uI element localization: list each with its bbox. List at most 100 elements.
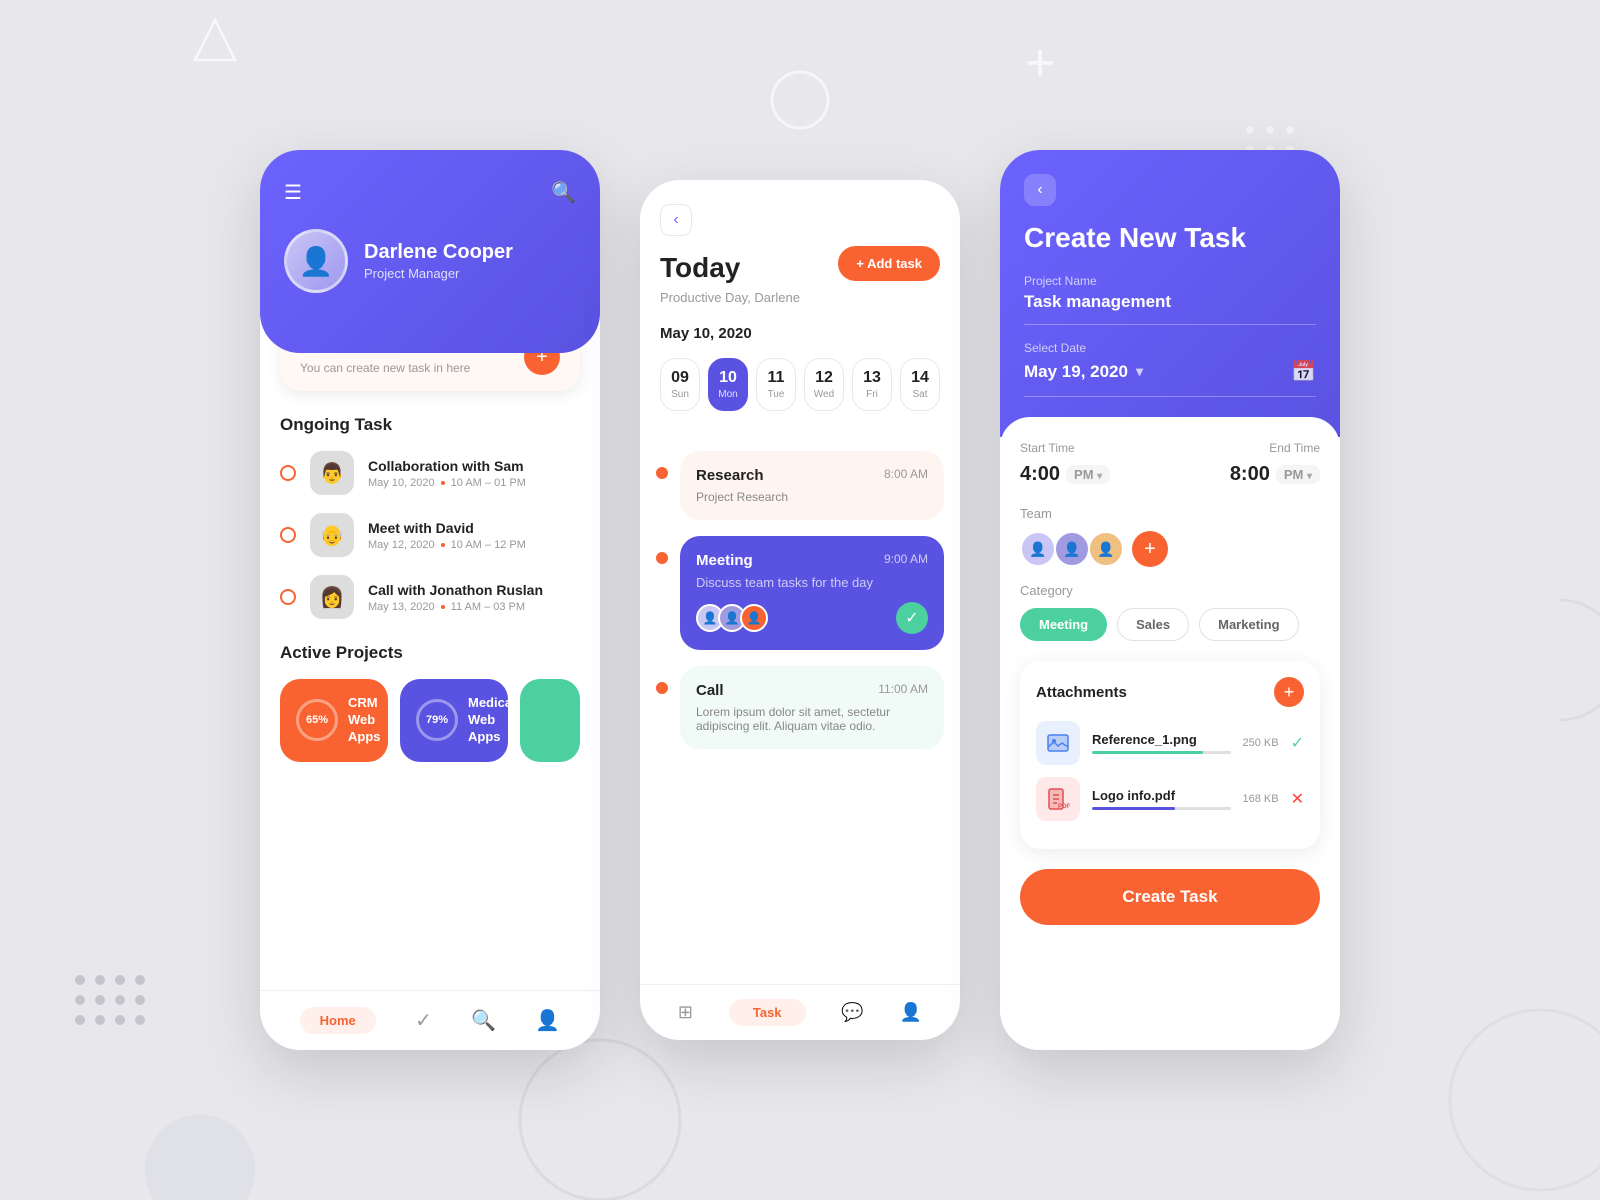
date-chip-fri[interactable]: 13 Fri xyxy=(852,358,892,411)
svg-text:+: + xyxy=(1025,34,1055,92)
file-icon-image xyxy=(1036,721,1080,765)
end-ampm[interactable]: PM ▾ xyxy=(1276,465,1320,484)
category-sales[interactable]: Sales xyxy=(1117,608,1189,641)
category-row: Meeting Sales Marketing xyxy=(1020,608,1320,641)
project-card-crm[interactable]: 65% CRM Web Apps xyxy=(280,679,388,762)
select-date-label: Select Date xyxy=(1024,341,1316,355)
category-marketing[interactable]: Marketing xyxy=(1199,608,1298,641)
calendar-icon[interactable]: 📅 xyxy=(1291,359,1316,384)
attachment-item: Reference_1.png 250 KB ✓ xyxy=(1036,721,1304,765)
timeline-dot xyxy=(656,682,668,694)
file-name: Reference_1.png xyxy=(1092,732,1231,747)
task-name: Meet with David xyxy=(368,520,580,536)
task-card-research[interactable]: Research 8:00 AM Project Research xyxy=(680,451,944,520)
start-time-label: Start Time xyxy=(1020,441,1170,455)
time-row: Start Time 4:00 PM ▾ End Time 8:00 xyxy=(1020,441,1320,486)
nav-profile[interactable]: 👤 xyxy=(900,1002,922,1023)
team-avatar: 👤 xyxy=(1054,531,1090,567)
task-avatar: 👴 xyxy=(310,513,354,557)
project-card-other[interactable] xyxy=(520,679,580,762)
team-avatar: 👤 xyxy=(1088,531,1124,567)
date-chip-wed[interactable]: 12 Wed xyxy=(804,358,844,411)
search-icon[interactable]: 🔍 xyxy=(551,180,576,205)
nav-home[interactable]: Home xyxy=(300,1007,376,1034)
task-card-meeting[interactable]: Meeting 9:00 AM Discuss team tasks for t… xyxy=(680,536,944,650)
create-task-button[interactable]: Create Task xyxy=(1020,869,1320,925)
task-dot xyxy=(441,481,445,485)
date-chip-sat[interactable]: 14 Sat xyxy=(900,358,940,411)
progress-circle: 65% xyxy=(296,699,338,741)
project-name: Medical Web Apps xyxy=(468,695,508,746)
nav-check[interactable]: ✓ xyxy=(415,1008,432,1033)
attachment-item: PDF Logo info.pdf 168 KB ✕ xyxy=(1036,777,1304,821)
project-name: CRM Web Apps xyxy=(348,695,381,746)
date-chip-tue[interactable]: 11 Tue xyxy=(756,358,796,411)
category-meeting[interactable]: Meeting xyxy=(1020,608,1107,641)
start-time-value: 4:00 PM ▾ xyxy=(1020,463,1170,486)
phone3-body: Start Time 4:00 PM ▾ End Time 8:00 xyxy=(1000,417,1340,1050)
task-meta: May 12, 2020 10 AM – 12 PM xyxy=(368,539,580,551)
svg-text:PDF: PDF xyxy=(1058,804,1070,810)
active-projects-title: Active Projects xyxy=(280,643,580,663)
avatar-group: 👤 👤 👤 xyxy=(696,604,768,632)
project-card-medical[interactable]: 79% Medical Web Apps xyxy=(400,679,508,762)
back-button[interactable]: ‹ xyxy=(1024,174,1056,206)
nav-apps[interactable]: ⊞ xyxy=(678,1002,693,1023)
task-card-call[interactable]: Call 11:00 AM Lorem ipsum dolor sit amet… xyxy=(680,666,944,749)
chevron-down-icon: ▾ xyxy=(1307,471,1312,482)
start-ampm[interactable]: PM ▾ xyxy=(1066,465,1110,484)
add-team-button[interactable]: + xyxy=(1132,531,1168,567)
file-icon-pdf: PDF xyxy=(1036,777,1080,821)
date-strip: 09 Sun 10 Mon 11 Tue 12 Wed 13 Fri xyxy=(660,358,940,411)
add-task-button[interactable]: + Add task xyxy=(838,246,940,281)
user-role: Project Manager xyxy=(364,266,513,281)
task-radio xyxy=(280,527,296,543)
avatar: 👤 xyxy=(740,604,768,632)
hamburger-icon[interactable]: ☰ xyxy=(284,180,302,205)
task-radio xyxy=(280,465,296,481)
date-select[interactable]: May 19, 2020 ▾ xyxy=(1024,362,1143,382)
today-subtitle: Productive Day, Darlene xyxy=(660,290,940,305)
add-attachment-button[interactable]: + xyxy=(1274,677,1304,707)
task-item: 👩 Call with Jonathon Ruslan May 13, 2020… xyxy=(280,575,580,619)
file-progress-bar xyxy=(1092,751,1231,754)
project-name-label: Project Name xyxy=(1024,274,1316,288)
nav-chat[interactable]: 💬 xyxy=(841,1002,863,1023)
project-name-value: Task management xyxy=(1024,292,1316,325)
home-nav-label[interactable]: Home xyxy=(300,1007,376,1034)
task-card-sub: Lorem ipsum dolor sit amet, sectetur adi… xyxy=(696,705,928,733)
date-chip-mon[interactable]: 10 Mon xyxy=(708,358,748,411)
avatar: 👤 xyxy=(284,229,348,293)
ongoing-tasks-title: Ongoing Task xyxy=(280,415,580,435)
file-info: Logo info.pdf xyxy=(1092,788,1231,810)
date-value: May 19, 2020 xyxy=(1024,362,1128,382)
nav-task[interactable]: Task xyxy=(729,999,806,1026)
task-meta: May 10, 2020 10 AM – 01 PM xyxy=(368,477,580,489)
chevron-down-icon: ▾ xyxy=(1097,471,1102,482)
task-card-name: Call xyxy=(696,682,724,699)
create-task-subtitle: You can create new task in here xyxy=(300,361,470,375)
attachments-section: Attachments + Re xyxy=(1020,661,1320,849)
bottom-nav: ⊞ Task 💬 👤 xyxy=(640,984,960,1040)
nav-profile[interactable]: 👤 xyxy=(535,1008,560,1033)
phone-1: ☰ 🔍 👤 Darlene Cooper Project Manager Cre… xyxy=(260,150,600,1050)
user-name: Darlene Cooper xyxy=(364,241,513,264)
phone1-body: Create New Task You can create new task … xyxy=(260,323,600,782)
task-meta: May 13, 2020 11 AM – 03 PM xyxy=(368,601,580,613)
timeline-item-call: Call 11:00 AM Lorem ipsum dolor sit amet… xyxy=(656,666,944,749)
file-name: Logo info.pdf xyxy=(1092,788,1231,803)
category-label: Category xyxy=(1020,583,1320,598)
date-chip-sun[interactable]: 09 Sun xyxy=(660,358,700,411)
current-date: May 10, 2020 xyxy=(660,325,940,342)
back-button[interactable]: ‹ xyxy=(660,204,692,236)
timeline-item-meeting: Meeting 9:00 AM Discuss team tasks for t… xyxy=(656,536,944,650)
task-card-time: 11:00 AM xyxy=(878,682,928,696)
task-name: Call with Jonathon Ruslan xyxy=(368,582,580,598)
timeline: Research 8:00 AM Project Research Meetin… xyxy=(640,451,960,781)
task-card-time: 8:00 AM xyxy=(884,467,928,481)
timeline-dot xyxy=(656,467,668,479)
end-time-label: End Time xyxy=(1170,441,1320,455)
chevron-down-icon: ▾ xyxy=(1136,363,1143,380)
nav-search[interactable]: 🔍 xyxy=(471,1008,496,1033)
bottom-nav: Home ✓ 🔍 👤 xyxy=(260,990,600,1050)
